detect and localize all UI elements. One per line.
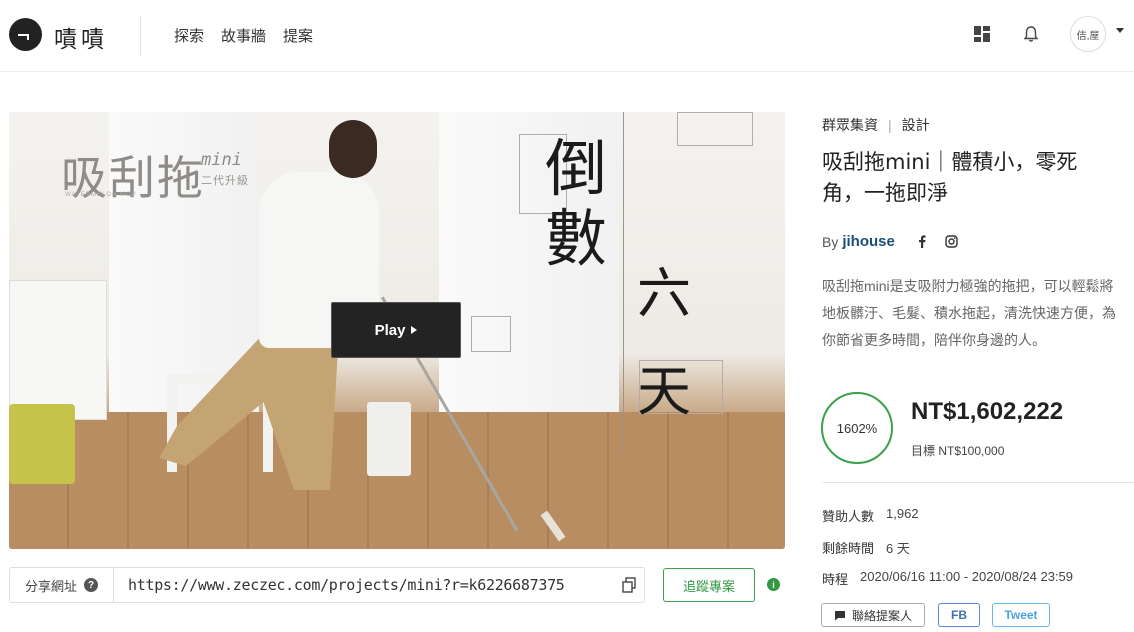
category-link[interactable]: 群眾集資 (822, 115, 878, 135)
product-brand-mini: mini (201, 150, 242, 170)
funding-progress-circle: 1602% (821, 392, 893, 464)
play-label: Play (374, 321, 406, 339)
dashboard-icon[interactable] (972, 24, 992, 44)
countdown-char: 天 (637, 360, 691, 423)
product-brand-tiny: WATERMELON MOP (65, 192, 137, 198)
mop-bucket (367, 402, 411, 476)
project-category: 群眾集資 | 設計 (822, 115, 930, 135)
yellow-chair (9, 404, 75, 484)
countdown-char: 六 (637, 262, 691, 325)
bell-icon[interactable] (1021, 24, 1041, 44)
nav-story-wall[interactable]: 故事牆 (221, 25, 266, 46)
author-row: By jihouse (822, 233, 971, 250)
product-brand-text: 吸刮拖 (61, 151, 205, 205)
share-label: 分享網址 (24, 578, 77, 594)
by-label: By (822, 233, 839, 250)
project-title: 吸刮拖mini｜體積小，零死角，一拖即淨 (822, 150, 1078, 205)
help-icon[interactable]: ? (84, 578, 98, 592)
stat-time-left: 剩餘時間 6 天 (822, 538, 910, 557)
author-link[interactable]: jihouse (842, 233, 895, 250)
stat-label: 剩餘時間 (822, 541, 875, 556)
white-cabinet (9, 280, 107, 420)
share-url-field[interactable]: https://www.zeczec.com/projects/mini?r=k… (114, 576, 614, 594)
countdown-char: 數 (545, 202, 608, 275)
message-icon (834, 610, 845, 620)
header-divider (140, 16, 141, 56)
stat-backers: 贊助人數 1,962 (822, 506, 919, 525)
info-icon[interactable]: i (767, 578, 780, 591)
person-head (329, 120, 377, 178)
contact-label: 聯絡提案人 (851, 608, 912, 623)
play-icon (411, 326, 418, 334)
countdown-char: 倒 (545, 132, 608, 205)
nav-explore[interactable]: 探索 (174, 25, 204, 46)
category-separator: | (888, 117, 892, 133)
chevron-down-icon[interactable] (1116, 28, 1124, 33)
decor-frame (677, 112, 753, 146)
top-navbar: 嘖嘖 探索 故事牆 提案 佶,屋 (0, 0, 1134, 72)
raised-amount: NT$1,602,222 (911, 398, 1064, 425)
progress-percent: 1602% (836, 420, 878, 436)
copy-icon[interactable] (614, 568, 644, 602)
contact-creator-button[interactable]: 聯絡提案人 (821, 603, 925, 627)
decor-vertical-line (623, 112, 624, 452)
facebook-icon[interactable] (915, 235, 929, 249)
play-button[interactable]: Play (331, 302, 461, 358)
follow-project-button[interactable]: 追蹤專案 (663, 568, 755, 602)
goal-amount: 目標 NT$100,000 (911, 444, 1005, 458)
subcategory-link[interactable]: 設計 (902, 115, 930, 135)
stat-value: 6 天 (886, 541, 910, 556)
stat-label: 時程 (822, 572, 849, 587)
stat-value: 1,962 (886, 506, 919, 521)
stats-divider (822, 482, 1134, 483)
logo-icon[interactable] (9, 18, 42, 51)
instagram-icon[interactable] (945, 235, 959, 249)
stat-label: 贊助人數 (822, 509, 875, 524)
decor-frame (471, 316, 511, 352)
share-tweet-button[interactable]: Tweet (992, 603, 1050, 627)
nav-propose[interactable]: 提案 (283, 25, 313, 46)
stat-schedule: 時程 2020/06/16 11:00 - 2020/08/24 23:59 (822, 569, 1073, 588)
share-url-box: 分享網址 ? https://www.zeczec.com/projects/m… (9, 567, 645, 603)
avatar[interactable]: 佶,屋 (1070, 16, 1106, 52)
site-logo-text[interactable]: 嘖嘖 (54, 20, 108, 54)
share-label-box: 分享網址 ? (10, 568, 114, 602)
share-fb-button[interactable]: FB (938, 603, 980, 627)
project-description: 吸刮拖mini是支吸附力極強的拖把，可以輕鬆將地板髒汙、毛髮、積水拖起，清洗快速… (822, 278, 1116, 348)
product-brand-sub: 二代升級 (201, 175, 249, 187)
stat-value: 2020/06/16 11:00 - 2020/08/24 23:59 (860, 569, 1074, 584)
main-nav: 探索 故事牆 提案 (174, 25, 313, 46)
project-video[interactable]: 吸刮拖 mini 二代升級 WATERMELON MOP 倒 數 六 天 Pla… (9, 112, 785, 549)
